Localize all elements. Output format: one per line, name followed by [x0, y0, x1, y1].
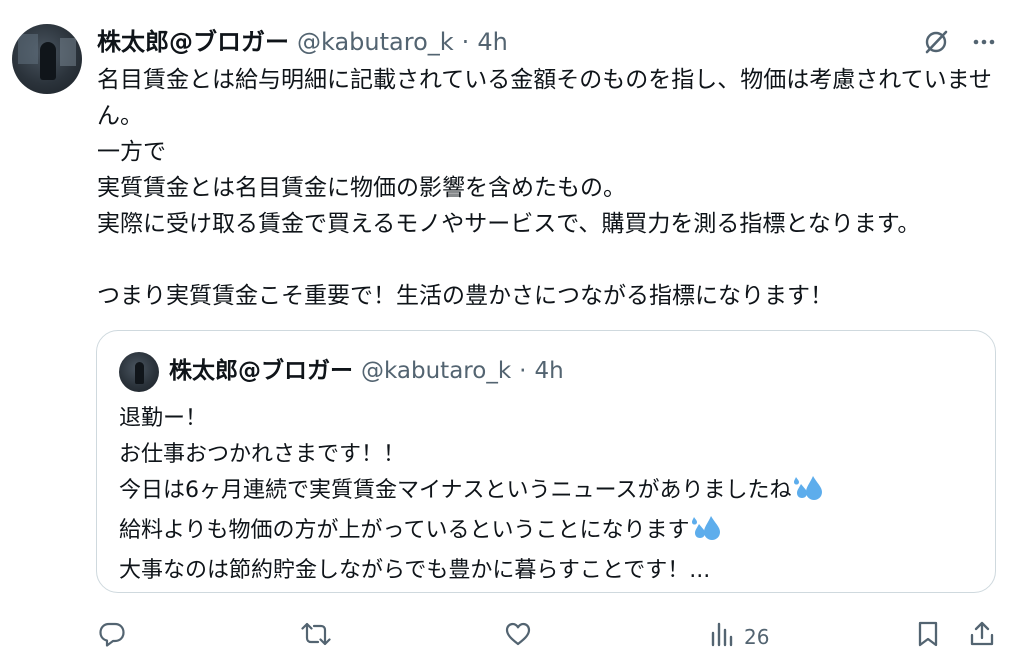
retweet-button[interactable]: [300, 620, 332, 653]
reply-button[interactable]: [98, 620, 126, 653]
meta-separator: ·: [461, 28, 470, 56]
quoted-author-handle: @kabutaro_k: [361, 358, 512, 384]
quoted-tweet-text: 退勤ー！ お仕事おつかれさまです！！ 今日は6ヶ月連続で実質賃金マイナスというニ…: [119, 401, 979, 589]
avatar-background: [18, 34, 38, 64]
avatar-background: [60, 38, 76, 66]
meta-separator: ·: [519, 358, 527, 384]
author-handle[interactable]: @kabutaro_k: [297, 26, 454, 58]
tweet-text: 名目賃金とは給与明細に記載されている金額そのものを指し、物価は考慮されていません…: [97, 67, 992, 309]
quoted-line-text: 今日は6ヶ月連続で実質賃金マイナスというニュースがありましたね: [119, 478, 792, 503]
tweet-actions: 26: [0, 614, 1024, 658]
author-avatar[interactable]: [12, 24, 82, 94]
author-name[interactable]: 株太郎@ブロガー: [97, 26, 289, 58]
tweet-header: 株太郎@ブロガー @kabutaro_k · 4h: [97, 26, 508, 58]
quoted-tweet[interactable]: 株太郎@ブロガー @kabutaro_k · 4h 退勤ー！ お仕事おつかれさま…: [96, 330, 996, 593]
quoted-tweet-header: 株太郎@ブロガー @kabutaro_k · 4h: [169, 355, 564, 387]
bookmark-icon: [915, 620, 941, 653]
bookmark-button[interactable]: [915, 620, 941, 653]
quoted-line-text: 給料よりも物価の方が上がっているということになります: [119, 518, 690, 543]
sweat-droplets-emoji-icon: [793, 475, 823, 513]
quoted-line: 今日は6ヶ月連続で実質賃金マイナスというニュースがありましたね: [119, 473, 979, 513]
quoted-author-avatar[interactable]: [119, 352, 159, 392]
share-button[interactable]: [968, 620, 996, 653]
retweet-icon: [300, 620, 332, 653]
quoted-line: 退勤ー！: [119, 406, 208, 431]
like-icon: [504, 620, 532, 653]
quoted-line: 大事なのは節約貯金しながらでも豊かに暮らすことです！...: [119, 558, 711, 583]
quoted-tweet-time: 4h: [534, 358, 564, 384]
views-count: 26: [744, 624, 770, 649]
share-icon: [968, 620, 996, 653]
views-icon: [708, 620, 736, 653]
views-button[interactable]: 26: [708, 620, 769, 653]
quoted-line: お仕事おつかれさまです！！: [119, 442, 406, 467]
quoted-author-name: 株太郎@ブロガー: [169, 358, 353, 384]
sweat-droplets-emoji-icon: [691, 515, 721, 553]
grok-icon[interactable]: [922, 28, 950, 56]
more-options-icon[interactable]: [970, 28, 998, 56]
top-actions: [922, 28, 998, 56]
reply-icon: [98, 620, 126, 653]
avatar-figure: [135, 362, 144, 384]
tweet-time[interactable]: 4h: [477, 26, 507, 58]
avatar-figure: [40, 42, 56, 80]
like-button[interactable]: [504, 620, 532, 653]
quoted-line: 給料よりも物価の方が上がっているということになります: [119, 513, 979, 553]
